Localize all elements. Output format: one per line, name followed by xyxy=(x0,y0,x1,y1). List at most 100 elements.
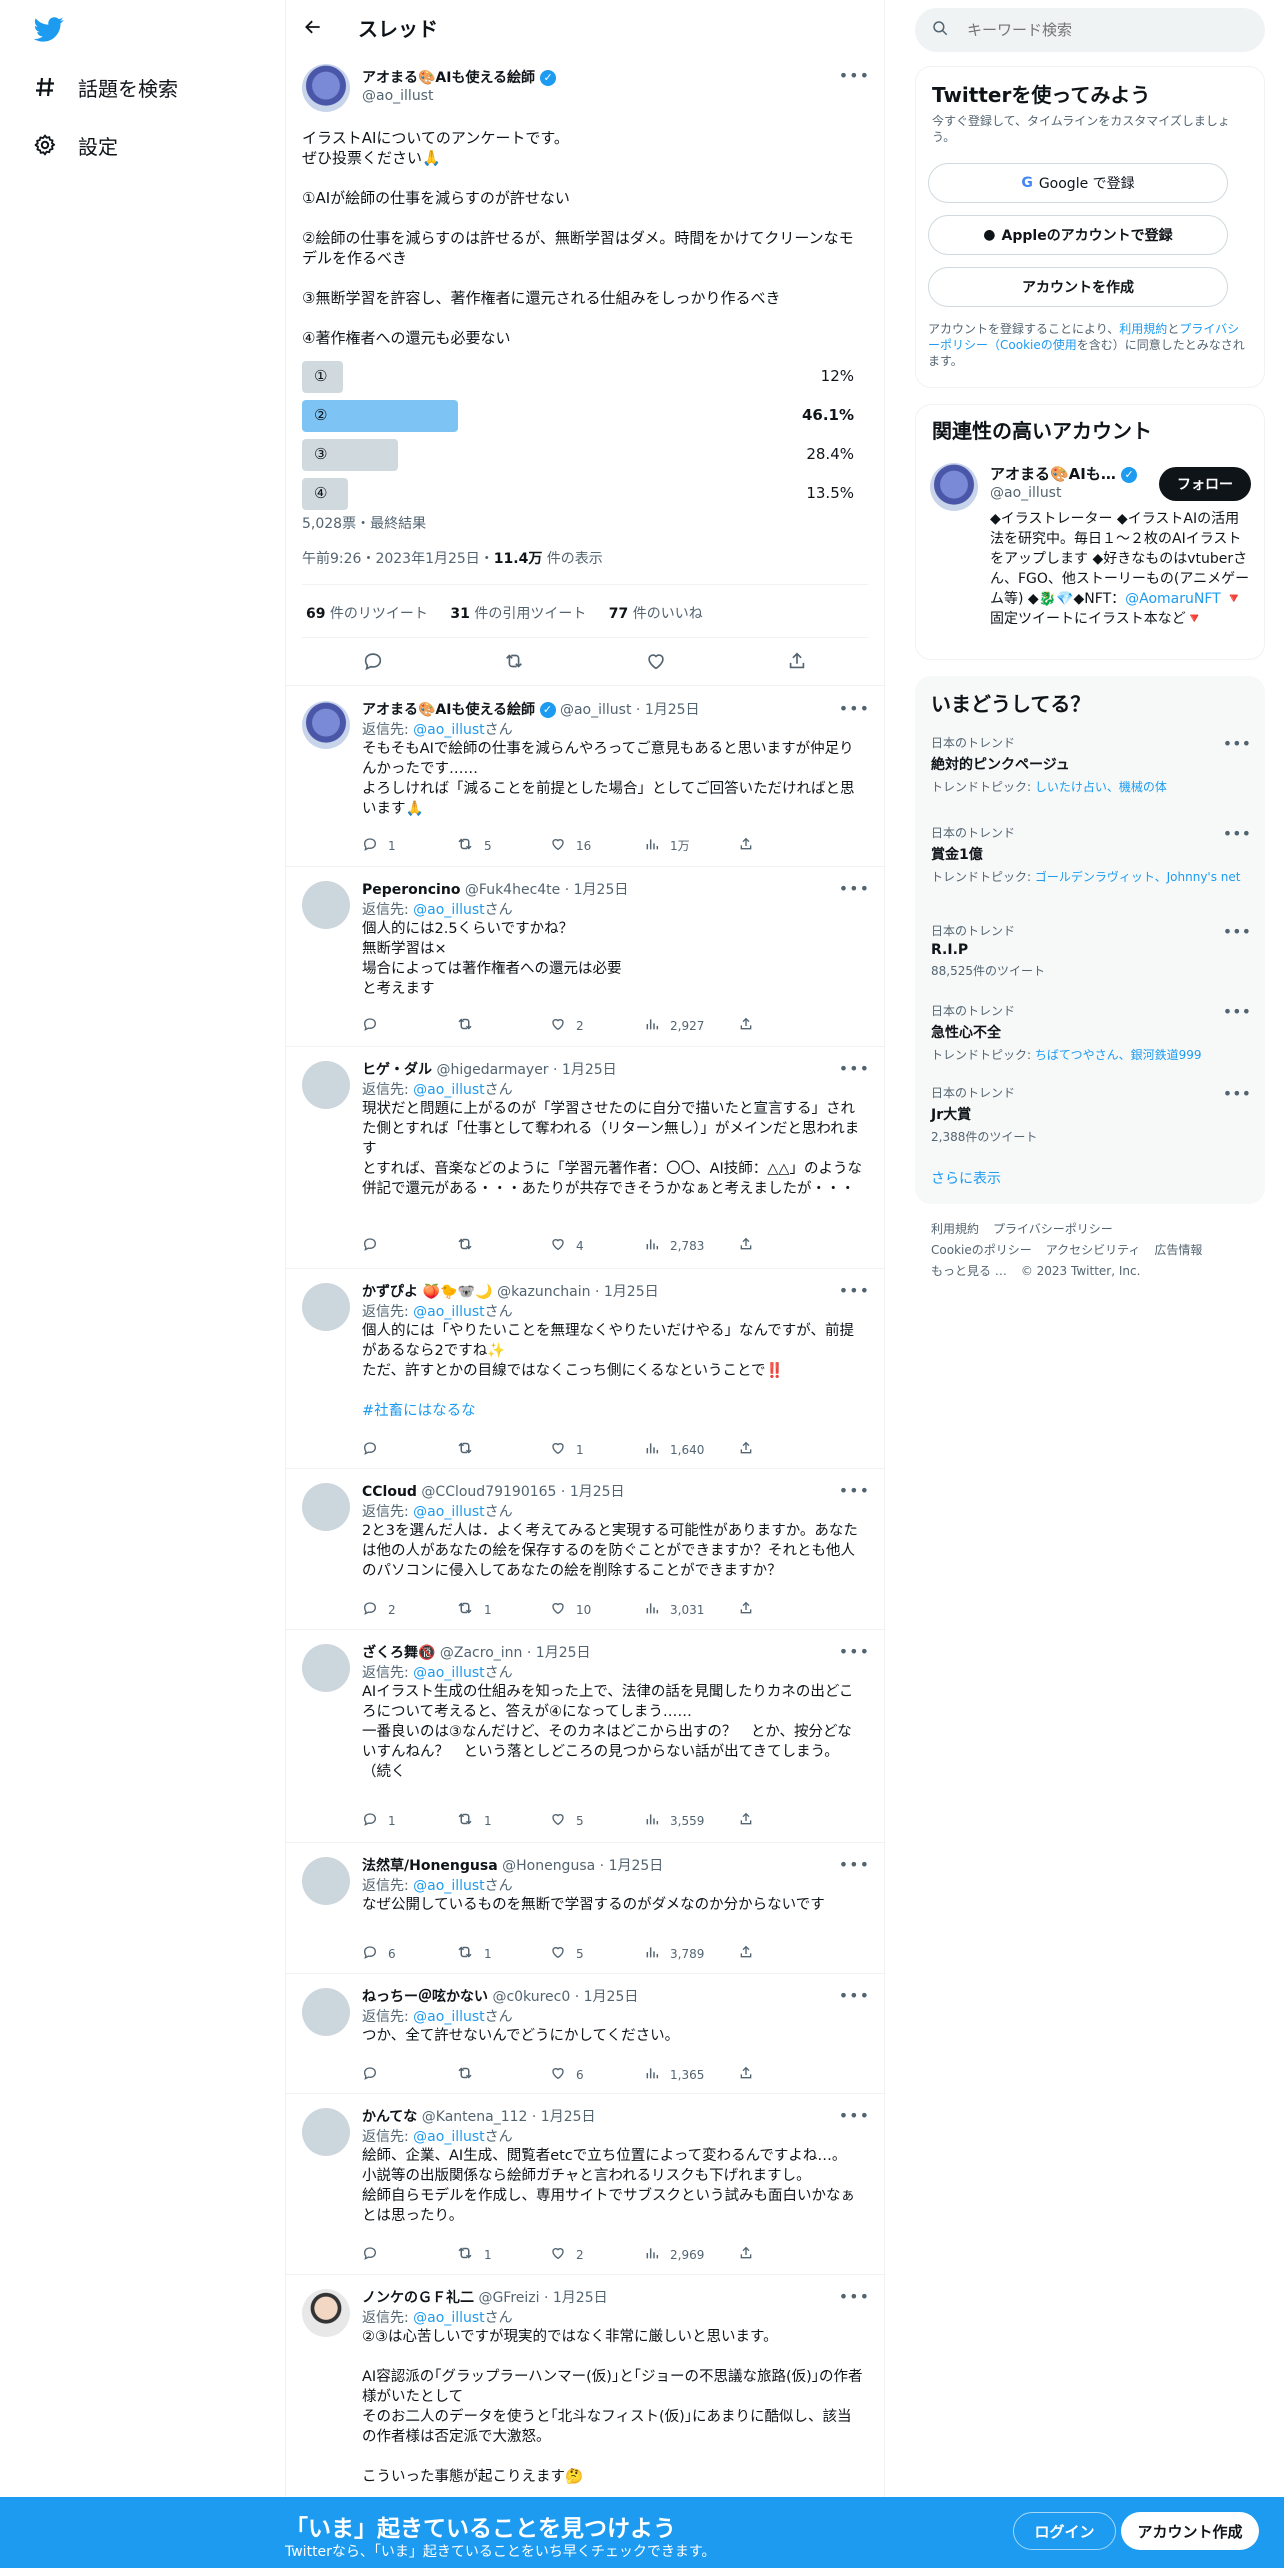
reply-author-handle[interactable]: @Kantena_112 xyxy=(422,2109,528,2125)
reply-tweet[interactable]: かんてな @Kantena_112 · 1月25日 ••• 返信先: @ao_ill… xyxy=(286,2094,884,2275)
apple-signup-button[interactable]: ● Appleのアカウントで登録 xyxy=(928,215,1228,255)
more-options-icon[interactable]: ••• xyxy=(839,1986,870,2005)
avatar[interactable] xyxy=(302,1857,350,1905)
more-options-icon[interactable]: ••• xyxy=(1223,734,1251,753)
reply-date[interactable]: 1月25日 xyxy=(570,1484,625,1500)
trend-item[interactable]: 日本のトレンド 絶対的ピンクページュ トレンドトピック: しいたけ占い、機械の体 ••… xyxy=(931,734,1251,795)
reply-tweet[interactable]: ざくろ舞🔞 @Zacro_inn · 1月25日 ••• 返信先: @ao_illu… xyxy=(286,1630,884,1843)
more-options-icon[interactable]: ••• xyxy=(839,1855,870,1874)
views-action[interactable]: 3,031 xyxy=(644,1600,738,1619)
reply-date[interactable]: 1月25日 xyxy=(574,882,629,898)
trend-topic-link[interactable]: しいたけ占い、機械の体 xyxy=(1035,780,1167,794)
avatar[interactable] xyxy=(302,1483,350,1531)
views-action[interactable]: 3,789 xyxy=(644,1944,738,1963)
reply-author-handle[interactable]: @Fuk4hec4te xyxy=(465,882,560,898)
replying-to-handle[interactable]: @ao_illust xyxy=(413,1082,484,1098)
share-action[interactable] xyxy=(738,836,754,855)
likes-stat[interactable]: 77 件のいいね xyxy=(609,606,703,622)
search-input[interactable] xyxy=(967,21,1247,39)
views-action[interactable]: 1万 xyxy=(644,836,738,855)
more-options-icon[interactable]: ••• xyxy=(839,1642,870,1661)
terms-link[interactable]: 利用規約 xyxy=(1119,322,1167,336)
google-signup-button[interactable]: G Google で登録 xyxy=(928,163,1228,203)
more-options-icon[interactable]: ••• xyxy=(839,699,870,718)
replying-to-handle[interactable]: @ao_illust xyxy=(413,2009,484,2025)
avatar[interactable] xyxy=(302,64,350,112)
like-action[interactable]: 5 xyxy=(550,1811,644,1830)
reply-action[interactable]: 2 xyxy=(362,1600,456,1619)
trend-item[interactable]: 日本のトレンド R.I.P 88,525件のツイート ••• xyxy=(931,922,1251,979)
more-options-icon[interactable]: ••• xyxy=(839,1059,870,1078)
reply-action[interactable] xyxy=(362,2065,456,2084)
show-more-link[interactable]: さらに表示 xyxy=(931,1168,1001,1188)
replying-to-handle[interactable]: @ao_illust xyxy=(413,1878,484,1894)
trend-item[interactable]: 日本のトレンド Jr大賞 2,388件のツイート ••• xyxy=(931,1084,1251,1145)
replying-to-handle[interactable]: @ao_illust xyxy=(413,722,484,738)
replying-to-handle[interactable]: @ao_illust xyxy=(413,2129,484,2145)
reply-action[interactable]: 1 xyxy=(362,1811,456,1830)
reply-date[interactable]: 1月25日 xyxy=(553,2290,608,2306)
avatar[interactable] xyxy=(302,2289,350,2337)
login-button[interactable]: ログイン xyxy=(1013,2512,1116,2550)
more-options-icon[interactable]: ••• xyxy=(1223,824,1251,843)
avatar[interactable] xyxy=(302,2108,350,2156)
quotes-stat[interactable]: 31 件の引用ツイート xyxy=(450,606,586,622)
avatar[interactable] xyxy=(302,881,350,929)
views-action[interactable]: 2,783 xyxy=(644,1236,738,1255)
reply-date[interactable]: 1月25日 xyxy=(609,1858,664,1874)
share-action[interactable] xyxy=(738,2065,754,2084)
like-action[interactable]: 10 xyxy=(550,1600,644,1619)
retweet-action[interactable]: 5 xyxy=(456,835,550,856)
reply-date[interactable]: 1月25日 xyxy=(584,1989,639,2005)
more-options-icon[interactable]: ••• xyxy=(839,2287,870,2306)
views-action[interactable]: 1,640 xyxy=(644,1440,738,1459)
reply-tweet[interactable]: アオまる🎨AIも使える絵師 ✓ @ao_illust · 1月25日 ••• 返信先… xyxy=(286,687,884,867)
related-handle[interactable]: @ao_illust xyxy=(990,485,1061,501)
more-options-icon[interactable]: ••• xyxy=(1223,1002,1251,1021)
replying-to-handle[interactable]: @ao_illust xyxy=(413,1304,484,1320)
hashtag-link[interactable]: #社畜にはなるな xyxy=(362,1403,476,1419)
views-action[interactable]: 1,365 xyxy=(644,2065,738,2084)
more-options-icon[interactable]: ••• xyxy=(839,1481,870,1500)
views-action[interactable]: 2,927 xyxy=(644,1016,738,1035)
share-action[interactable] xyxy=(738,1944,754,1963)
more-options-icon[interactable]: ••• xyxy=(1223,1084,1251,1103)
trend-item[interactable]: 日本のトレンド 急性心不全 トレンドトピック: ちばてつやさん、銀河鉄道999 ••• xyxy=(931,1002,1251,1063)
related-avatar[interactable] xyxy=(930,463,978,511)
like-action[interactable]: 1 xyxy=(550,1440,644,1459)
retweet-action[interactable]: 1 xyxy=(456,1943,550,1964)
reply-action[interactable]: 6 xyxy=(362,1944,456,1963)
like-action[interactable]: 5 xyxy=(550,1944,644,1963)
avatar[interactable] xyxy=(302,701,350,749)
retweet-action[interactable]: 1 xyxy=(456,1599,550,1620)
replying-to-handle[interactable]: @ao_illust xyxy=(413,902,484,918)
retweet-action[interactable] xyxy=(456,2064,550,2085)
reply-date[interactable]: 1月25日 xyxy=(604,1284,659,1300)
reply-icon[interactable] xyxy=(362,650,384,672)
reply-author-name[interactable]: 法然草/Honengusa xyxy=(362,1858,498,1874)
avatar[interactable] xyxy=(302,1988,350,2036)
reply-tweet[interactable]: 法然草/Honengusa @Honengusa · 1月25日 ••• 返信先: … xyxy=(286,1843,884,1974)
retweet-icon[interactable] xyxy=(503,650,525,672)
retweet-action[interactable] xyxy=(456,1015,550,1036)
reply-author-handle[interactable]: @CCloud79190165 xyxy=(421,1484,556,1500)
trend-topic-link[interactable]: ちばてつやさん、銀河鉄道999 xyxy=(1035,1048,1202,1062)
retweet-action[interactable] xyxy=(456,1439,550,1460)
footer-link[interactable]: プライバシーポリシー xyxy=(993,1222,1113,1236)
create-account-button[interactable]: アカウントを作成 xyxy=(928,267,1228,307)
like-action[interactable]: 4 xyxy=(550,1236,644,1255)
reply-tweet[interactable]: ヒゲ・ダル @higedarmayer · 1月25日 ••• 返信先: @ao_i… xyxy=(286,1047,884,1269)
reply-author-name[interactable]: ざくろ舞🔞 xyxy=(362,1645,435,1661)
avatar[interactable] xyxy=(302,1283,350,1331)
reply-author-name[interactable]: アオまる🎨AIも使える絵師 xyxy=(362,702,535,718)
trend-topic-link[interactable]: ゴールデンラヴィット、Johnny's net xyxy=(1035,870,1241,884)
follow-button[interactable]: フォロー xyxy=(1159,467,1251,501)
retweet-action[interactable]: 1 xyxy=(456,1810,550,1831)
reply-tweet[interactable]: Peperoncino @Fuk4hec4te · 1月25日 ••• 返信先: @… xyxy=(286,867,884,1047)
footer-link[interactable]: 広告情報 xyxy=(1154,1243,1202,1257)
footer-link[interactable]: 利用規約 xyxy=(931,1222,979,1236)
footer-link[interactable]: アクセシビリティ xyxy=(1046,1243,1141,1257)
like-action[interactable]: 16 xyxy=(550,836,644,855)
reply-date[interactable]: 1月25日 xyxy=(645,702,700,718)
like-action[interactable]: 2 xyxy=(550,1016,644,1035)
